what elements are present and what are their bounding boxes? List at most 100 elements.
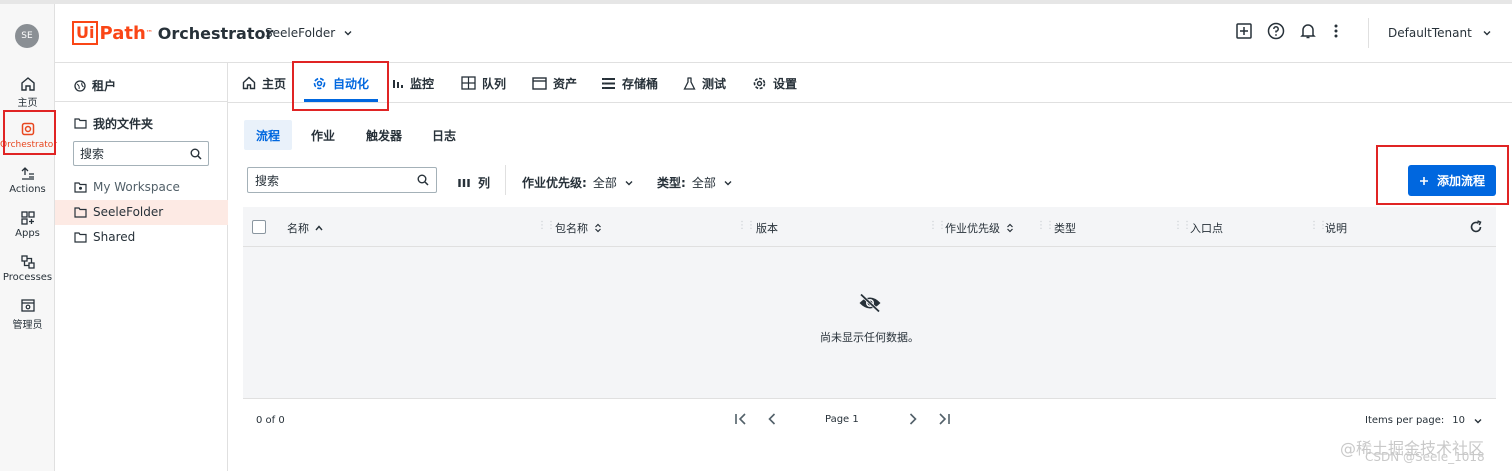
type-filter-label: 类型:: [657, 176, 686, 190]
tenant-selector[interactable]: DefaultTenant: [1388, 26, 1492, 40]
tab-settings[interactable]: 设置: [752, 63, 797, 103]
column-resize-handle[interactable]: ⋮⋮: [928, 220, 947, 231]
column-header-package[interactable]: 包名称: [555, 220, 602, 236]
chevron-down-icon: [344, 31, 352, 36]
tab-storage-buckets[interactable]: 存储桶: [601, 63, 658, 103]
folder-search-input[interactable]: 搜索: [73, 141, 209, 166]
priority-filter-label: 作业优先级:: [522, 176, 587, 190]
column-resize-handle[interactable]: ⋮⋮: [1036, 220, 1055, 231]
highlight-box-automation-tab: [292, 61, 389, 111]
column-resize-handle[interactable]: ⋮⋮: [537, 220, 556, 231]
items-per-page-label: Items per page:: [1365, 415, 1445, 426]
processes-icon: [20, 255, 35, 269]
app-header: Ui Path ™ Orchestrator SeeleFolder Default…: [55, 4, 1512, 63]
rail-item-home[interactable]: 主页: [0, 76, 55, 109]
items-per-page-value: 10: [1452, 415, 1466, 426]
subtab-logs[interactable]: 日志: [420, 120, 468, 150]
chevron-down-icon: [1474, 418, 1482, 423]
subtab-label: 触发器: [366, 128, 403, 143]
select-all-checkbox[interactable]: [252, 220, 266, 234]
folder-label: My Workspace: [93, 180, 180, 194]
column-label: 类型: [1054, 222, 1076, 235]
process-search-input[interactable]: 搜索: [247, 167, 437, 193]
rail-label: 主页: [17, 98, 38, 109]
logo-tm: ™: [145, 29, 153, 37]
bar-chart-icon: [393, 80, 403, 88]
column-resize-handle[interactable]: ⋮⋮: [1173, 220, 1192, 231]
folder-icon: [74, 118, 87, 129]
rail-item-admin[interactable]: 管理员: [0, 298, 55, 331]
table-header: 名称 ⋮⋮ 包名称 ⋮⋮ 版本 ⋮⋮ 作业优先级 ⋮⋮ 类型 ⋮⋮ 入口点 ⋮⋮…: [243, 207, 1496, 247]
column-header-version[interactable]: 版本: [756, 220, 778, 236]
tab-label: 队列: [482, 76, 507, 91]
tab-label: 存储桶: [622, 76, 659, 91]
previous-page-icon[interactable]: [764, 411, 780, 427]
avatar[interactable]: SE: [15, 24, 39, 48]
tab-monitoring[interactable]: 监控: [392, 63, 434, 103]
rail-item-processes[interactable]: Processes: [0, 254, 55, 283]
column-header-priority[interactable]: 作业优先级: [945, 220, 1014, 236]
home-icon: [20, 77, 35, 91]
folder-item-shared[interactable]: Shared: [74, 230, 135, 244]
first-page-icon[interactable]: [733, 411, 749, 427]
tab-home[interactable]: 主页: [242, 63, 286, 103]
sort-icon: [1007, 223, 1013, 233]
columns-icon: [458, 178, 470, 187]
rail-label: Processes: [2, 272, 53, 283]
globe-icon: [74, 79, 86, 92]
eye-off-icon: [859, 293, 881, 313]
my-folders-node[interactable]: 我的文件夹: [74, 115, 153, 132]
bell-icon[interactable]: [1299, 22, 1317, 40]
priority-filter[interactable]: 作业优先级: 全部: [522, 174, 635, 191]
column-header-entry-point[interactable]: 入口点: [1190, 220, 1223, 236]
folder-selector[interactable]: SeeleFolder: [265, 26, 353, 40]
search-icon: [190, 148, 202, 160]
search-placeholder: 搜索: [255, 173, 280, 188]
chevron-down-icon: [625, 180, 633, 185]
column-resize-handle[interactable]: ⋮⋮: [737, 220, 756, 231]
subtab-jobs[interactable]: 作业: [299, 120, 347, 150]
folder-label: Shared: [93, 230, 136, 244]
storage-bucket-icon: [602, 77, 615, 89]
next-page-icon[interactable]: [905, 411, 921, 427]
rail-item-actions[interactable]: Actions: [0, 166, 55, 195]
tenant-node[interactable]: 租户: [74, 77, 116, 94]
column-label: 作业优先级: [945, 222, 1000, 235]
more-vertical-icon[interactable]: [1331, 22, 1341, 40]
subtab-triggers[interactable]: 触发器: [354, 120, 414, 150]
empty-state-text: 尚未显示任何数据。: [820, 331, 919, 344]
folder-item-my-workspace[interactable]: My Workspace: [74, 180, 180, 194]
rail-item-apps[interactable]: Apps: [0, 210, 55, 239]
items-per-page-select[interactable]: 10: [1452, 415, 1483, 426]
last-page-icon[interactable]: [936, 411, 952, 427]
tab-queues[interactable]: 队列: [461, 63, 506, 103]
add-square-icon[interactable]: [1235, 22, 1253, 40]
tab-assets[interactable]: 资产: [532, 63, 577, 103]
column-header-description[interactable]: 说明: [1325, 220, 1347, 236]
column-label: 名称: [287, 222, 309, 235]
refresh-icon[interactable]: [1469, 220, 1483, 234]
columns-label: 列: [478, 176, 491, 190]
actions-icon: [21, 167, 34, 180]
subtab-processes[interactable]: 流程: [244, 120, 293, 150]
type-filter[interactable]: 类型: 全部: [657, 174, 734, 191]
tab-testing[interactable]: 测试: [683, 63, 726, 103]
gear-icon: [753, 77, 766, 89]
help-icon[interactable]: [1267, 22, 1285, 40]
watermark-credit: CSDN @Seele_1018: [1365, 450, 1485, 464]
workspace-folder-icon: [74, 181, 87, 193]
tab-label: 监控: [410, 76, 435, 91]
page-indicator: Page 1: [825, 414, 859, 425]
my-folders-label: 我的文件夹: [93, 117, 154, 131]
column-header-name[interactable]: 名称: [287, 220, 323, 236]
columns-button[interactable]: 列: [458, 174, 490, 191]
flask-icon: [683, 76, 696, 90]
folder-item-seelefolder[interactable]: SeeleFolder: [74, 205, 163, 219]
uipath-logo[interactable]: Ui Path ™ Orchestrator: [72, 21, 273, 45]
subtab-label: 流程: [256, 128, 281, 143]
global-nav-rail: SE 主页 Orchestrator Actions Apps Processe…: [0, 4, 57, 471]
folder-panel: 租户 我的文件夹 搜索 My Workspace SeeleFolder Sha…: [55, 63, 228, 471]
logo-path: Path: [99, 22, 146, 44]
column-header-type[interactable]: 类型: [1054, 220, 1076, 236]
asset-icon: [532, 76, 547, 90]
